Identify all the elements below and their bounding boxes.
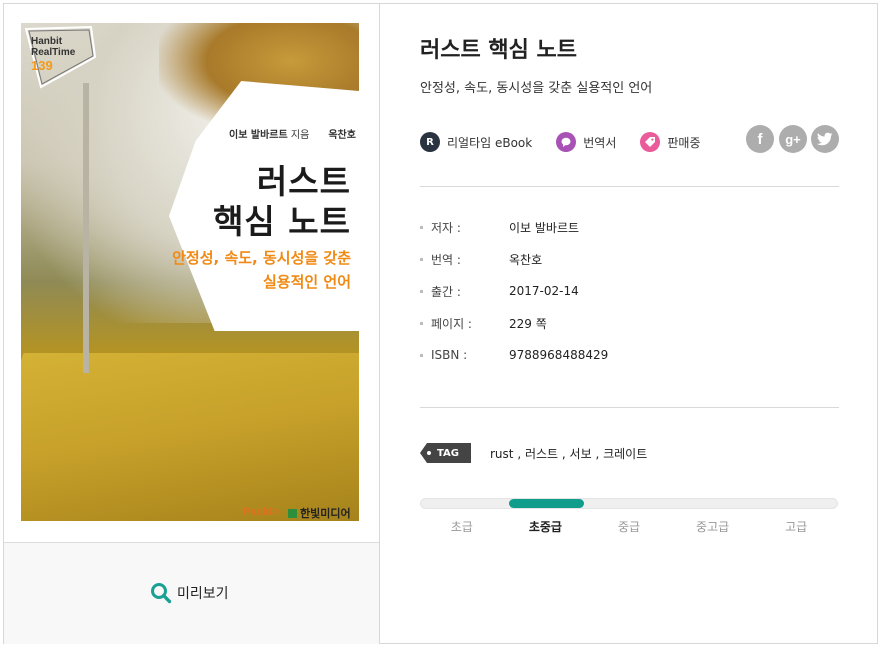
magnifier-icon bbox=[151, 583, 172, 604]
series-badge: Hanbit RealTime 139 bbox=[21, 23, 101, 93]
difficulty-level-option: 초중급 bbox=[528, 520, 562, 534]
cover-road bbox=[21, 353, 359, 521]
twitter-share-button[interactable] bbox=[811, 125, 839, 153]
badge-realtime-ebook[interactable]: R 리얼타임 eBook bbox=[420, 132, 532, 152]
cover-publisher-name: 한빛미디어 bbox=[300, 507, 351, 520]
badge-realtime-label: 리얼타임 eBook bbox=[447, 135, 533, 150]
cover-publisher-logo: 한빛미디어 bbox=[288, 505, 351, 521]
meta-pages-value: 229 쪽 bbox=[509, 316, 547, 331]
tag-link[interactable]: 서보 bbox=[570, 447, 592, 461]
series-name-line1: Hanbit bbox=[31, 36, 63, 47]
meta-author-row: 저자 : 이보 발바르트 bbox=[420, 217, 579, 237]
book-cover-image[interactable]: Hanbit RealTime 139 이보 발바르트 지음 옥찬호 옮김 러스… bbox=[21, 23, 359, 521]
bullet bbox=[420, 321, 423, 325]
preview-label: 미리보기 bbox=[177, 586, 229, 602]
translate-icon bbox=[556, 132, 577, 152]
difficulty-level-option: 중급 bbox=[617, 520, 641, 534]
badge-on-sale-label: 판매중 bbox=[667, 135, 701, 150]
meta-author-value[interactable]: 이보 발바르트 bbox=[509, 219, 579, 236]
meta-published-key: 출간 : bbox=[431, 284, 461, 299]
meta-pages-key: 페이지 : bbox=[431, 316, 472, 331]
cover-packt-logo: Packt> bbox=[243, 506, 279, 518]
badge-on-sale[interactable]: 판매중 bbox=[640, 132, 700, 152]
difficulty-level-indicator bbox=[508, 499, 584, 508]
tag-link[interactable]: 러스트 bbox=[525, 447, 558, 461]
divider-bottom bbox=[420, 407, 839, 408]
badge-translated[interactable]: 번역서 bbox=[556, 132, 616, 152]
bullet bbox=[420, 353, 423, 357]
meta-isbn-row: ISBN : 9788968488429 bbox=[420, 345, 608, 365]
cover-credits: 이보 발바르트 지음 옥찬호 옮김 bbox=[229, 126, 359, 141]
cover-pole bbox=[83, 83, 89, 373]
cover-title-line2: 핵심 노트 bbox=[213, 202, 351, 241]
difficulty-level-option: 초급 bbox=[450, 520, 473, 534]
meta-published-value: 2017-02-14 bbox=[509, 284, 579, 298]
difficulty-level-option: 중고급 bbox=[696, 520, 730, 534]
meta-isbn-key: ISBN : bbox=[431, 348, 468, 362]
series-name-line2: RealTime bbox=[31, 47, 76, 58]
meta-translator-value[interactable]: 옥찬호 bbox=[509, 251, 542, 268]
difficulty-level-track bbox=[420, 498, 838, 509]
meta-pages-row: 페이지 : 229 쪽 bbox=[420, 313, 547, 333]
bullet bbox=[420, 225, 423, 229]
cover-author-role: 지음 bbox=[290, 130, 310, 141]
tag-hole-icon bbox=[427, 451, 431, 455]
bullet bbox=[420, 289, 423, 293]
cover-subtitle-line2: 실용적인 언어 bbox=[262, 273, 351, 291]
bullet bbox=[420, 257, 423, 261]
book-title: 러스트 핵심 노트 bbox=[420, 38, 577, 63]
google-plus-share-button[interactable]: g+ bbox=[779, 125, 807, 153]
google-plus-icon: g+ bbox=[785, 131, 801, 147]
difficulty-level-labels: 초급 초중급 중급 중고급 고급 bbox=[420, 518, 838, 534]
cover-subtitle-line1: 안정성, 속도, 동시성을 갖춘 bbox=[172, 249, 351, 267]
divider-top bbox=[420, 186, 839, 187]
cover-author: 이보 발바르트 bbox=[229, 130, 288, 141]
meta-translator-key: 번역 : bbox=[431, 252, 461, 267]
tag-label-text: TAG bbox=[437, 447, 459, 459]
publisher-mark-icon bbox=[288, 509, 297, 518]
book-subtitle: 안정성, 속도, 동시성을 갖춘 실용적인 언어 bbox=[420, 81, 653, 96]
meta-author-key: 저자 : bbox=[431, 220, 461, 235]
meta-published-row: 출간 : 2017-02-14 bbox=[420, 281, 579, 301]
badge-translated-label: 번역서 bbox=[583, 135, 617, 150]
tag-list: rust , 러스트 , 서보 , 크레이트 bbox=[490, 447, 648, 461]
difficulty-level-option: 고급 bbox=[785, 520, 808, 534]
meta-translator-row: 번역 : 옥찬호 bbox=[420, 249, 542, 269]
preview-button[interactable]: 미리보기 bbox=[150, 582, 229, 604]
twitter-icon bbox=[817, 132, 833, 146]
cover-translator: 옥찬호 bbox=[328, 130, 356, 141]
series-number: 139 bbox=[31, 58, 53, 73]
facebook-icon: f bbox=[757, 130, 763, 148]
facebook-share-button[interactable]: f bbox=[746, 125, 774, 153]
tag-icon bbox=[640, 132, 661, 152]
tag-link[interactable]: 크레이트 bbox=[603, 447, 647, 461]
tag-label: TAG bbox=[420, 443, 471, 463]
realtime-icon: R bbox=[420, 132, 440, 152]
badge-row: R 리얼타임 eBook 번역서 판매중 bbox=[420, 131, 724, 153]
meta-isbn-value: 9788968488429 bbox=[509, 348, 609, 362]
tag-link[interactable]: rust bbox=[490, 447, 514, 461]
